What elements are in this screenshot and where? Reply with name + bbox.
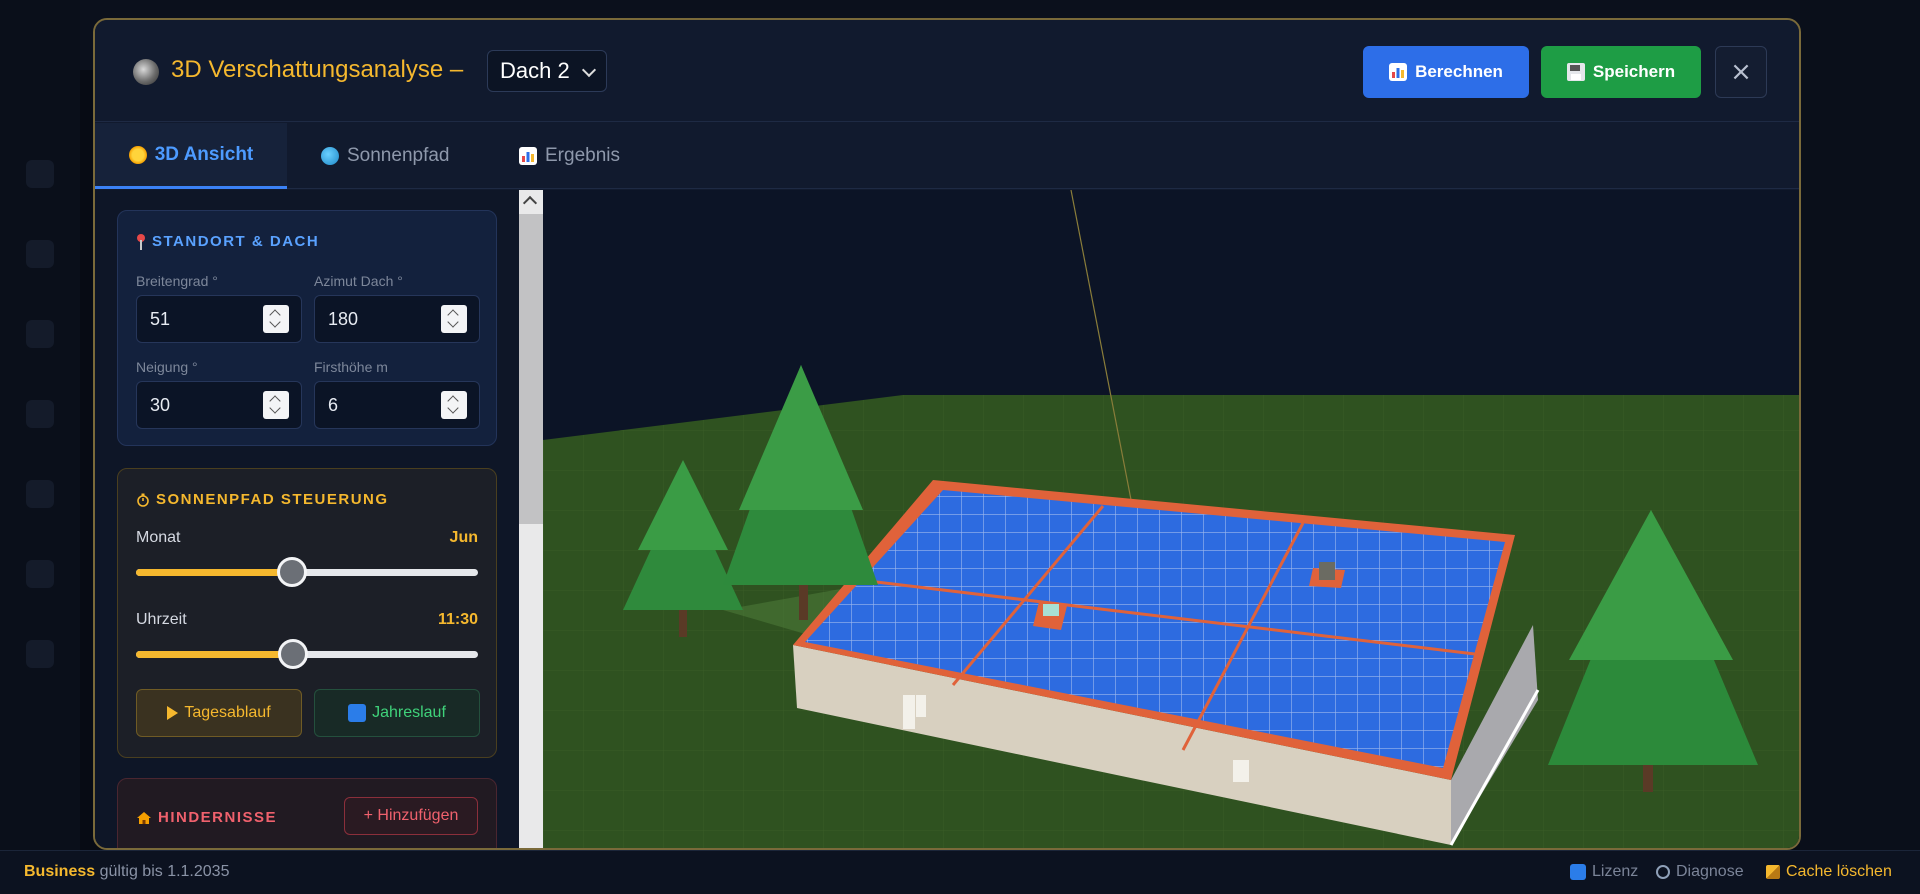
tab-bar: 3D Ansicht Sonnenpfad Ergebnis [95,123,1799,189]
broom-icon [1766,865,1780,879]
panel-scrollbar[interactable] [519,190,543,848]
tab-result[interactable]: Ergebnis [519,123,639,189]
chimney [1319,562,1335,580]
month-label: Monat [136,529,181,546]
roof-window [1043,604,1059,616]
tab-label: 3D Ansicht [154,143,254,165]
moon-icon [133,59,159,85]
3d-scene [543,190,1799,848]
calculate-button[interactable]: Berechnen [1363,46,1529,98]
save-button[interactable]: Speichern [1541,46,1701,98]
azimuth-input[interactable]: 180 [314,295,480,343]
house-icon [137,811,151,824]
globe-icon [321,147,339,165]
time-slider[interactable] [136,639,478,669]
3d-viewport[interactable] [543,190,1799,848]
refresh-icon [348,704,367,722]
door [903,695,915,729]
ridge-height-input[interactable]: 6 [314,381,480,429]
tilt-label: Neigung ° [136,359,198,375]
background-right-panel [1800,0,1920,850]
diagnose-link[interactable]: Diagnose [1656,863,1744,881]
scrollbar-thumb[interactable] [519,214,543,524]
time-slider-thumb[interactable] [277,639,308,669]
location-roof-heading: STANDORT & DACH [136,233,319,250]
bar-chart-icon [1389,63,1408,81]
spinner-icon[interactable] [263,391,289,419]
modal-title: 3D Verschattungsanalyse – [171,56,464,83]
tab-label: Ergebnis [545,145,620,166]
license-status: Business gültig bis 1.1.2035 [24,863,230,880]
status-bar: Business gültig bis 1.1.2035 Lizenz Diag… [0,850,1920,894]
bar-chart-icon [519,147,537,165]
tab-label: Sonnenpfad [347,145,450,166]
floppy-disk-icon [1566,63,1585,81]
month-slider[interactable] [136,557,478,587]
play-icon [167,706,179,720]
sun-icon [128,145,147,164]
latitude-label: Breitengrad ° [136,273,218,289]
shading-analysis-modal: 3D Verschattungsanalyse – Dach 2 Berechn… [93,18,1801,850]
time-slider-fill [136,651,293,658]
chevron-down-icon [581,62,597,78]
year-cycle-button[interactable]: Jahreslauf [314,689,480,737]
stopwatch-icon [137,493,149,507]
tab-3d-view[interactable]: 3D Ansicht [95,123,287,189]
month-value: Jun [449,529,478,546]
spinner-icon[interactable] [263,305,289,333]
azimuth-label: Azimut Dach ° [314,273,403,289]
license-link[interactable]: Lizenz [1570,863,1638,881]
chevron-up-icon[interactable] [522,195,538,211]
roof-select[interactable]: Dach 2 [487,50,607,92]
background-sidebar [0,0,80,850]
month-slider-thumb[interactable] [276,557,307,587]
tilt-input[interactable]: 30 [136,381,302,429]
spinner-icon[interactable] [441,391,467,419]
calculate-label: Berechnen [1415,62,1503,81]
latitude-input[interactable]: 51 [136,295,302,343]
time-value: 11:30 [437,611,478,628]
stethoscope-icon [1656,865,1670,879]
close-button[interactable]: × [1715,46,1767,98]
save-label: Speichern [1592,62,1676,81]
ridge-height-label: Firsthöhe m [314,359,388,375]
month-slider-fill [136,569,292,576]
sun-path-control-card: SONNENPFAD STEUERUNG Monat Jun Uhrzeit 1… [117,468,497,758]
window [916,695,926,717]
spinner-icon[interactable] [441,305,467,333]
add-obstacle-button[interactable]: + Hinzufügen [344,797,478,835]
modal-header: 3D Verschattungsanalyse – Dach 2 Berechn… [95,20,1799,122]
obstacles-card: HINDERNISSE + Hinzufügen [117,778,497,848]
clear-cache-link[interactable]: Cache löschen [1766,863,1892,881]
time-label: Uhrzeit [136,611,187,628]
pin-icon [137,233,145,250]
info-icon [1570,864,1586,880]
obstacles-heading: HINDERNISSE [136,809,277,826]
location-roof-card: STANDORT & DACH Breitengrad ° 51 Azimut … [117,210,497,446]
sun-path-control-heading: SONNENPFAD STEUERUNG [136,491,389,508]
tab-sun-path[interactable]: Sonnenpfad [321,123,461,189]
roof-select-value: Dach 2 [500,58,570,83]
control-panel: STANDORT & DACH Breitengrad ° 51 Azimut … [95,190,519,848]
close-icon: × [1730,57,1752,87]
window [1233,760,1249,782]
day-cycle-button[interactable]: Tagesablauf [136,689,302,737]
